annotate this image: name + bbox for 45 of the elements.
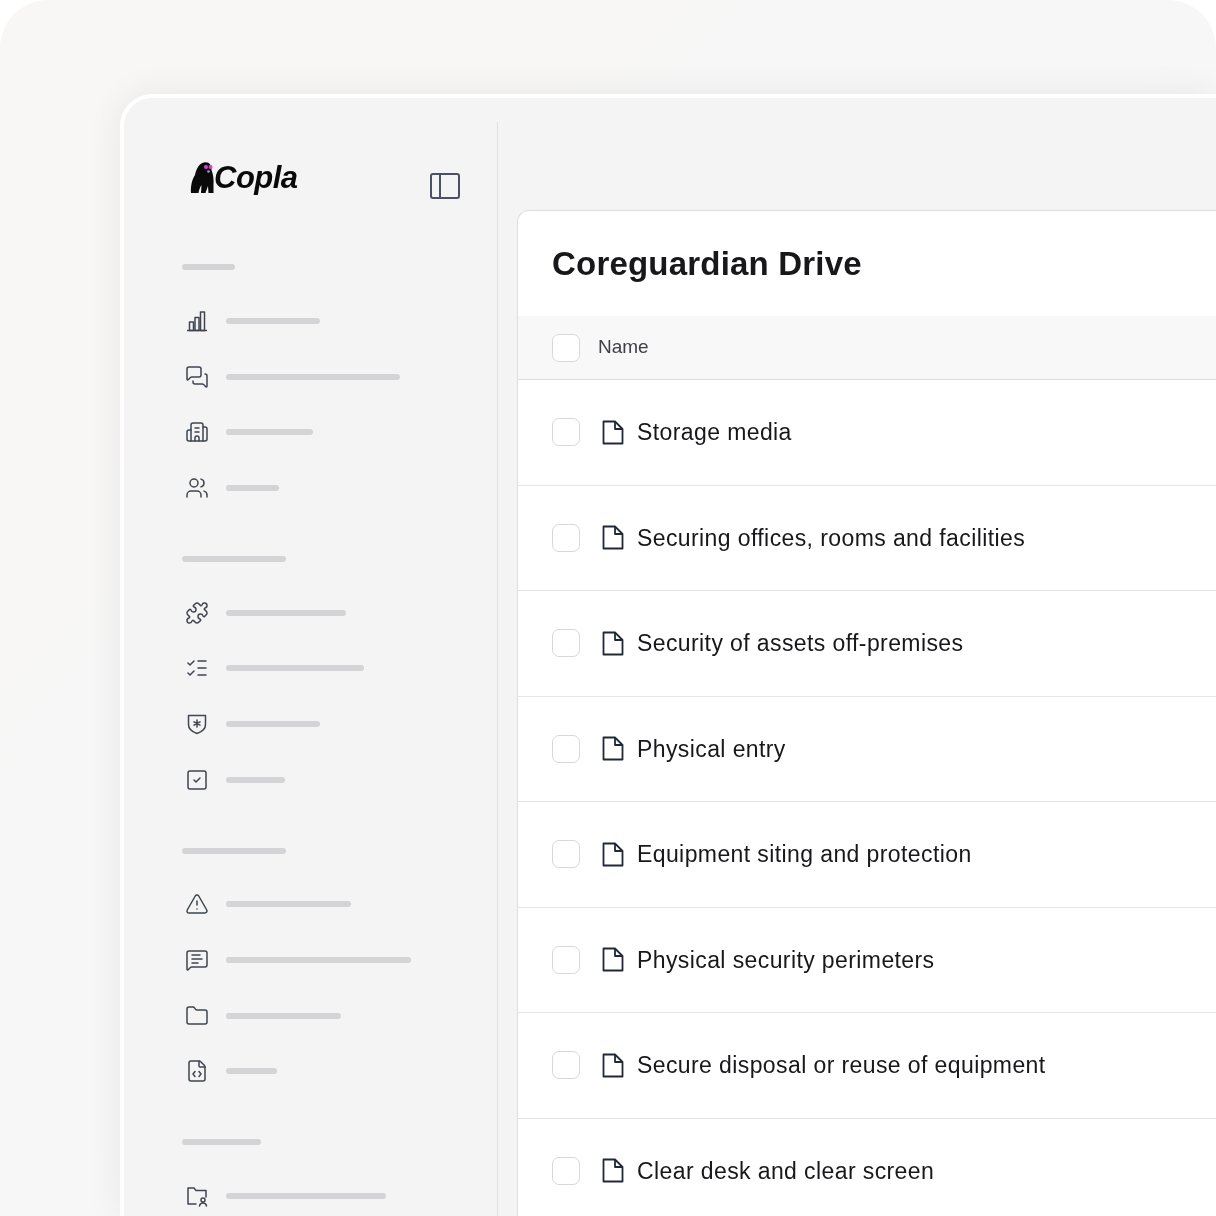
file-name[interactable]: Clear desk and clear screen [637,1153,935,1188]
checkbox[interactable] [552,333,580,362]
building-icon[interactable] [185,420,209,445]
puzzle-icon[interactable] [185,600,209,625]
file-name[interactable]: Physical security perimeters [637,942,935,977]
file-icon [602,947,624,973]
checkbox[interactable] [552,734,580,763]
logo-icon [190,160,214,194]
chat-bubbles-icon[interactable] [185,364,209,389]
file-icon [602,525,624,551]
file-icon [602,630,624,656]
folder-icon[interactable] [185,1003,209,1028]
checkbox[interactable] [552,840,580,869]
message-icon[interactable] [185,948,209,973]
warning-icon[interactable] [185,892,209,917]
file-icon [602,1158,624,1184]
skeleton-bar [226,776,285,783]
checkbox[interactable] [552,945,580,974]
folder-user-icon[interactable] [185,1184,209,1209]
column-header[interactable]: Name [598,333,649,362]
sidebar-toggle-icon[interactable] [430,173,460,199]
skeleton-bar [226,1068,277,1075]
bar-chart-icon[interactable] [185,308,209,333]
page-title: Coreguardian Drive [552,243,862,284]
file-name[interactable]: Physical entry [637,731,786,766]
checkbox[interactable] [552,1156,580,1185]
users-icon[interactable] [185,475,209,500]
file-name[interactable]: Securing offices, rooms and facilities [637,520,1026,555]
file-name[interactable]: Storage media [637,415,792,450]
file-name[interactable]: Security of assets off-premises [637,626,964,661]
file-name[interactable]: Secure disposal or reuse of equipment [637,1048,1046,1083]
checkbox[interactable] [552,1051,580,1080]
file-name[interactable]: Equipment siting and protection [637,837,972,872]
file-icon [602,1052,624,1078]
skeleton-bar [226,484,279,491]
brand-name: Copla [214,162,298,194]
checkbox[interactable] [552,629,580,658]
checkbox[interactable] [552,418,580,447]
file-icon [602,841,624,867]
file-icon [602,736,624,762]
skeleton-bar [182,264,235,270]
checked-square-icon[interactable] [185,767,209,792]
file-icon [602,419,624,445]
code-file-icon[interactable] [185,1059,209,1084]
checkbox[interactable] [552,523,580,552]
